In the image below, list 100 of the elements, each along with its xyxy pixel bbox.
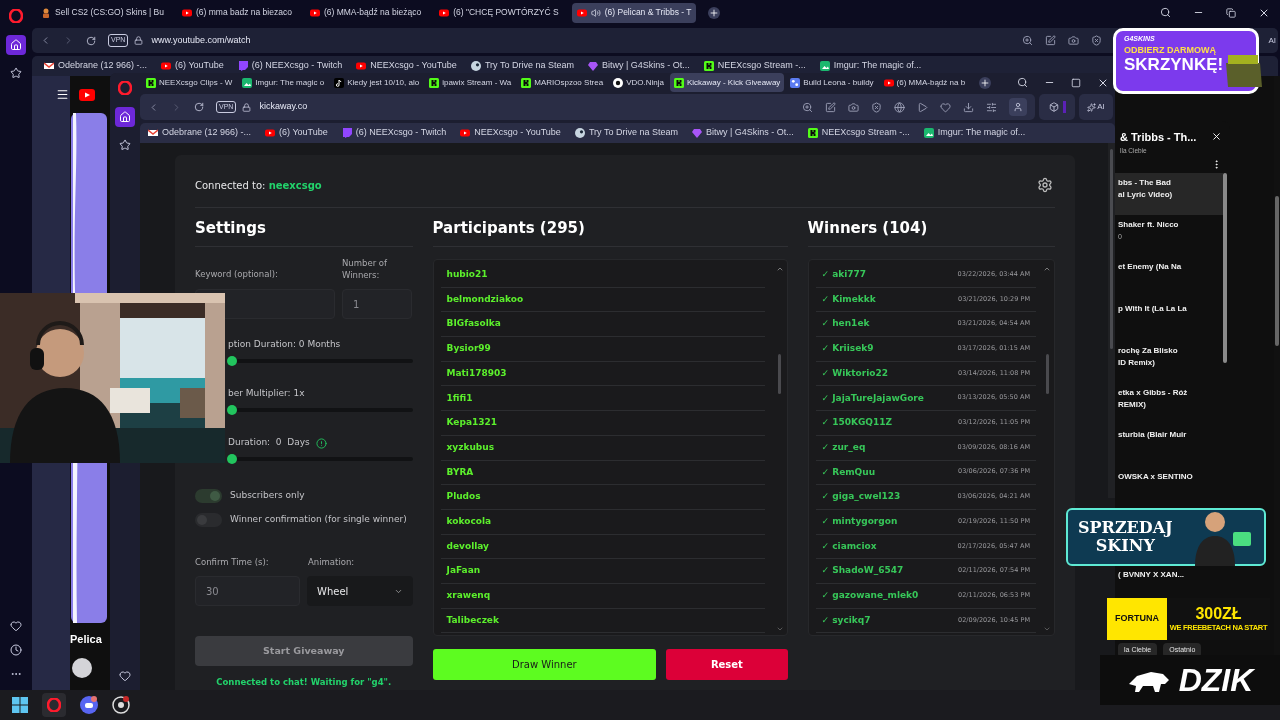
bookmark-link[interactable]: Odebrane (12 966) -... [148, 126, 252, 140]
toolbar-icon[interactable] [917, 101, 928, 113]
url-text[interactable]: www.youtube.com/watch [151, 33, 251, 48]
bookmark-link[interactable]: NEEXcsgo Stream -... [703, 59, 806, 73]
bookmark-link[interactable]: (6) NEEXcsgo - Twitch [341, 126, 447, 140]
history-icon[interactable] [10, 644, 22, 656]
toolbar-icon[interactable] [1045, 35, 1057, 46]
confirm-time-field[interactable]: 30 [195, 576, 300, 606]
toolbar-icon[interactable] [802, 101, 813, 113]
scrollbar-thumb[interactable] [778, 354, 782, 394]
maximize-icon[interactable] [1071, 77, 1081, 88]
new-tab-icon[interactable] [708, 6, 721, 19]
browser-tab[interactable]: Build Leona - buildy [786, 73, 878, 92]
browser-tab[interactable]: (6) "CHCĘ POWTÓRZYĆ S [434, 2, 564, 23]
playlist-item[interactable]: bbs - The Bad al Lyric Video) [1115, 173, 1223, 216]
browser-tab[interactable]: Sell CS2 (CS:GO) Skins | Bu [36, 2, 169, 23]
settings-icon[interactable] [1037, 177, 1053, 193]
profile-button[interactable] [1009, 98, 1027, 116]
page-scrollbar[interactable] [1108, 143, 1115, 498]
playlist-item[interactable]: sturbia (Blair Muir [1115, 425, 1223, 468]
toolbar-icon[interactable] [986, 101, 997, 113]
bookmark-link[interactable]: (6) YouTube [161, 59, 224, 73]
scroll-up-icon[interactable] [1043, 265, 1051, 273]
toolbar-icon[interactable] [825, 101, 836, 113]
toolbar-icon[interactable] [1022, 35, 1034, 46]
toolbar-icon[interactable] [848, 101, 859, 113]
windows-icon[interactable] [12, 697, 28, 713]
toolbar-icon[interactable] [894, 101, 905, 113]
browser-tab[interactable]: (6) MMA-bądź na bieżąco [304, 2, 427, 23]
reset-button[interactable]: Reset [666, 649, 788, 680]
playlist-item[interactable]: et Enemy (Na Na [1115, 257, 1223, 300]
restore-icon[interactable] [1226, 7, 1236, 18]
star-icon[interactable] [119, 139, 131, 151]
heart-icon[interactable] [10, 620, 22, 632]
bookmark-link[interactable]: Imgur: The magic of... [923, 126, 1026, 140]
toolbar-icon[interactable] [1091, 35, 1103, 46]
recording-app-icon[interactable] [112, 696, 130, 714]
toolbar-icon[interactable] [940, 101, 951, 113]
bookmark-link[interactable]: Bitwy | G4Skins - Ot... [587, 59, 690, 73]
browser-tab[interactable]: Kiedy jest 10/10, alo [330, 73, 424, 92]
playlist-item[interactable]: rochę Za Blisko ID Remix) [1115, 341, 1223, 384]
ai-button[interactable]: AI [1268, 34, 1276, 47]
close-icon[interactable] [1211, 131, 1222, 142]
browser-tab[interactable]: (6) mma badz na biezaco [176, 2, 297, 23]
scrollbar-thumb[interactable] [1045, 354, 1049, 394]
slider-thumb[interactable] [227, 405, 237, 415]
browser-tab[interactable]: ipawix Stream - Wa [425, 73, 516, 92]
page-scrollbar[interactable] [1275, 196, 1279, 346]
browser-tab[interactable]: MARIOspzoo Strea [517, 73, 608, 92]
search-icon[interactable] [1160, 7, 1171, 18]
heart-icon[interactable] [119, 670, 131, 682]
browser-tab[interactable]: Kickaway - Kick Giveaway [669, 73, 785, 92]
browser-tab[interactable]: (6) Pelican & Tribbs - T [571, 2, 697, 23]
extension-button[interactable] [1039, 94, 1075, 120]
browser-tab[interactable]: NEEXcsgo Clips - W [142, 73, 237, 92]
opera-logo-icon[interactable] [9, 9, 23, 23]
opera-logo-icon[interactable] [47, 698, 61, 712]
bookmark-link[interactable]: Try To Drive na Steam [574, 126, 678, 140]
reload-icon[interactable] [86, 35, 96, 46]
playlist-item[interactable]: p With It (La La La [1115, 299, 1223, 342]
bookmark-link[interactable]: (6) YouTube [265, 126, 328, 140]
bookmark-link[interactable]: Imgur: The magic of... [819, 59, 922, 73]
start-giveaway-button[interactable]: Start Giveaway [195, 636, 413, 666]
bookmark-link[interactable]: Odebrane (12 966) -... [44, 59, 148, 73]
slider-track[interactable] [227, 405, 413, 415]
scroll-down-icon[interactable] [1043, 625, 1051, 633]
toolbar-icon[interactable] [871, 101, 882, 113]
taskbar-app-button[interactable] [42, 693, 66, 717]
menu-icon[interactable] [56, 88, 69, 101]
bookmark-link[interactable]: NEEXcsgo - YouTube [356, 59, 457, 73]
playlist-item[interactable]: etka x Gibbs - Róż REMIX) [1115, 383, 1223, 426]
search-icon[interactable] [1017, 77, 1028, 88]
animation-select[interactable]: Wheel [307, 576, 413, 606]
slider-thumb[interactable] [227, 454, 237, 464]
browser-tab[interactable]: Imgur: The magic o [238, 73, 329, 92]
chat-app-icon[interactable] [80, 696, 98, 714]
reload-icon[interactable] [194, 102, 204, 112]
browser-tab[interactable]: VDO.Ninja [609, 73, 668, 92]
video-site-logo-icon[interactable] [79, 88, 95, 101]
avatar[interactable] [72, 657, 92, 678]
playlist-item[interactable]: OWSKA x SENTINO [1115, 467, 1223, 510]
slider-track[interactable] [227, 454, 413, 464]
toggle-switch[interactable] [195, 513, 222, 527]
slider-thumb[interactable] [227, 356, 237, 366]
home-button[interactable] [115, 107, 135, 127]
winners-count-field[interactable]: 1 [342, 289, 412, 319]
scroll-up-icon[interactable] [775, 265, 784, 273]
toolbar-icon[interactable] [1068, 35, 1080, 46]
playlist-item[interactable]: ( BVNNY X XAN... [1115, 569, 1223, 582]
opera-logo-icon[interactable] [118, 81, 132, 95]
url-text[interactable]: kickaway.co [259, 100, 308, 114]
toolbar-icon[interactable] [963, 101, 974, 113]
bookmark-link[interactable]: (6) NEEXcsgo - Twitch [237, 59, 343, 73]
bookmark-link[interactable]: NEEXcsgo Stream -... [807, 126, 910, 140]
home-button[interactable] [6, 35, 26, 55]
draw-winner-button[interactable]: Draw Winner [432, 649, 657, 680]
new-tab-icon[interactable] [979, 76, 992, 89]
slider-track[interactable] [227, 356, 413, 366]
star-icon[interactable] [10, 67, 22, 79]
bookmark-link[interactable]: NEEXcsgo - YouTube [460, 126, 561, 140]
